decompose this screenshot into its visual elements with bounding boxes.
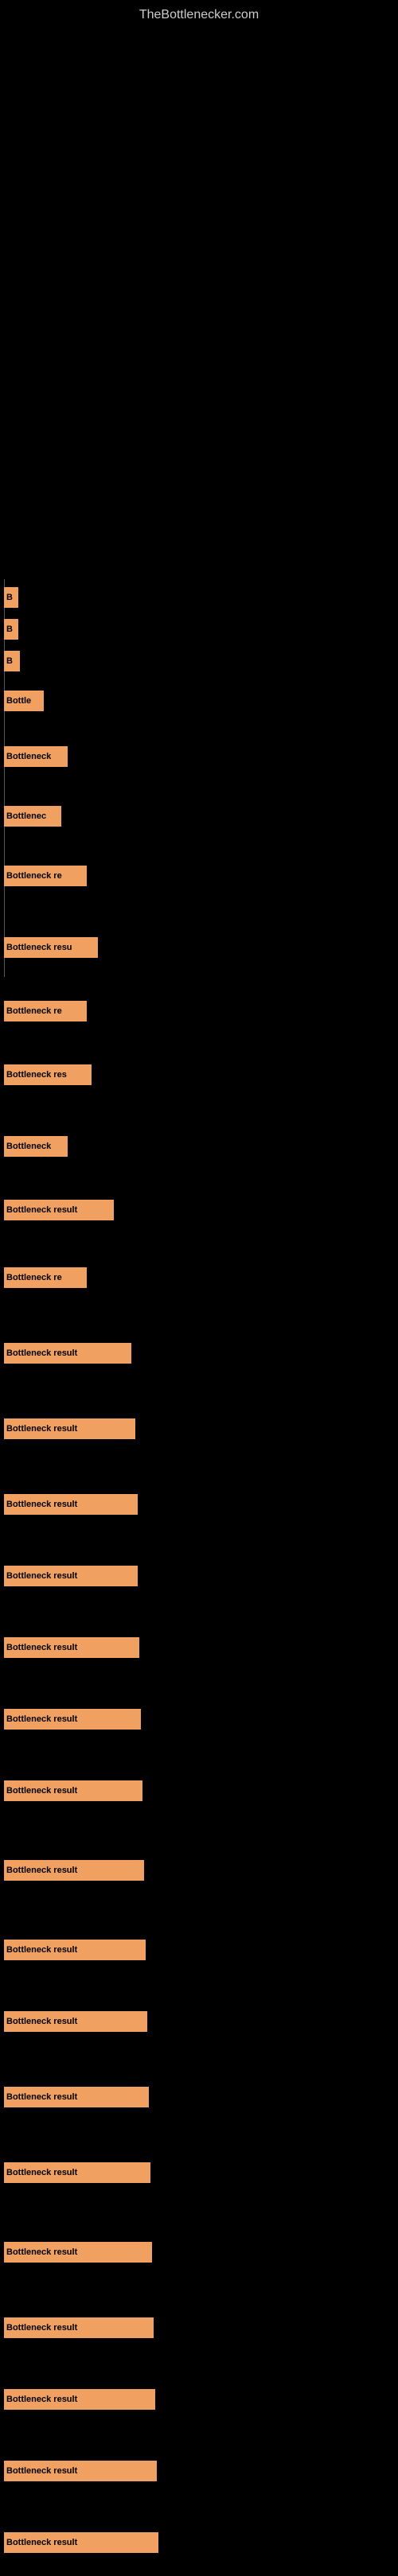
bar-label-18: Bottleneck result [6,1714,77,1724]
bar-row-19: Bottleneck result [4,1780,142,1801]
bar-label-27: Bottleneck result [6,2395,77,2404]
bar-row-24: Bottleneck result [4,2162,150,2183]
bar-label-23: Bottleneck result [6,2092,77,2102]
bar-row-9: Bottleneck res [4,1064,92,1085]
bar-row-13: Bottleneck result [4,1343,131,1364]
bar-label-5: Bottlenec [6,811,46,821]
bar-label-26: Bottleneck result [6,2323,77,2333]
bar-label-16: Bottleneck result [6,1571,77,1581]
bar-label-6: Bottleneck re [6,871,62,881]
bar-row-10: Bottleneck [4,1136,68,1157]
bar-row-5: Bottlenec [4,806,61,827]
bar-label-9: Bottleneck res [6,1070,67,1080]
bar-label-12: Bottleneck re [6,1273,62,1282]
bar-label-7: Bottleneck resu [6,943,72,952]
bar-row-17: Bottleneck result [4,1637,139,1658]
bar-row-4: Bottleneck [4,746,68,767]
bar-label-29: Bottleneck result [6,2538,77,2547]
bar-label-10: Bottleneck [6,1142,51,1151]
site-title-container: TheBottlenecker.com [0,0,398,30]
bar-label-22: Bottleneck result [6,2017,77,2026]
bar-row-15: Bottleneck result [4,1494,138,1515]
bar-row-7: Bottleneck resu [4,937,98,958]
bar-row-23: Bottleneck result [4,2087,149,2107]
chart-background: B B B Bottle Bottleneck Bottlenec Bottleneck r… [0,30,398,2576]
bar-row-11: Bottleneck result [4,1200,114,1220]
bar-row-1: B [4,619,18,640]
bar-label-19: Bottleneck result [6,1786,77,1796]
bar-label-17: Bottleneck result [6,1643,77,1652]
bar-row-2: B [4,651,20,671]
bar-row-8: Bottleneck re [4,1001,87,1021]
bar-label-24: Bottleneck result [6,2168,77,2177]
bar-label-13: Bottleneck result [6,1348,77,1358]
bar-row-12: Bottleneck re [4,1267,87,1288]
bar-label-28: Bottleneck result [6,2466,77,2476]
bar-label-8: Bottleneck re [6,1006,62,1016]
bar-label-14: Bottleneck result [6,1424,77,1434]
bar-label-0: B [6,593,13,602]
bar-label-4: Bottleneck [6,752,51,761]
bar-label-25: Bottleneck result [6,2247,77,2257]
bar-row-28: Bottleneck result [4,2461,157,2481]
bar-row-27: Bottleneck result [4,2389,155,2410]
bar-row-3: Bottle [4,691,44,711]
bar-row-16: Bottleneck result [4,1566,138,1586]
site-title: TheBottlenecker.com [0,0,398,30]
bar-label-3: Bottle [6,696,31,706]
bar-row-25: Bottleneck result [4,2242,152,2263]
bar-label-1: B [6,625,13,634]
bar-label-11: Bottleneck result [6,1205,77,1215]
bar-row-26: Bottleneck result [4,2317,154,2338]
bar-label-21: Bottleneck result [6,1945,77,1955]
bar-row-22: Bottleneck result [4,2011,147,2032]
bar-row-0: B [4,587,18,608]
bar-row-29: Bottleneck result [4,2532,158,2553]
bar-row-20: Bottleneck result [4,1860,144,1881]
bar-label-15: Bottleneck result [6,1500,77,1509]
bar-row-6: Bottleneck re [4,866,87,886]
bar-label-20: Bottleneck result [6,1866,77,1875]
bar-label-2: B [6,656,13,666]
bar-row-18: Bottleneck result [4,1709,141,1730]
bar-row-14: Bottleneck result [4,1418,135,1439]
bar-row-21: Bottleneck result [4,1940,146,1960]
